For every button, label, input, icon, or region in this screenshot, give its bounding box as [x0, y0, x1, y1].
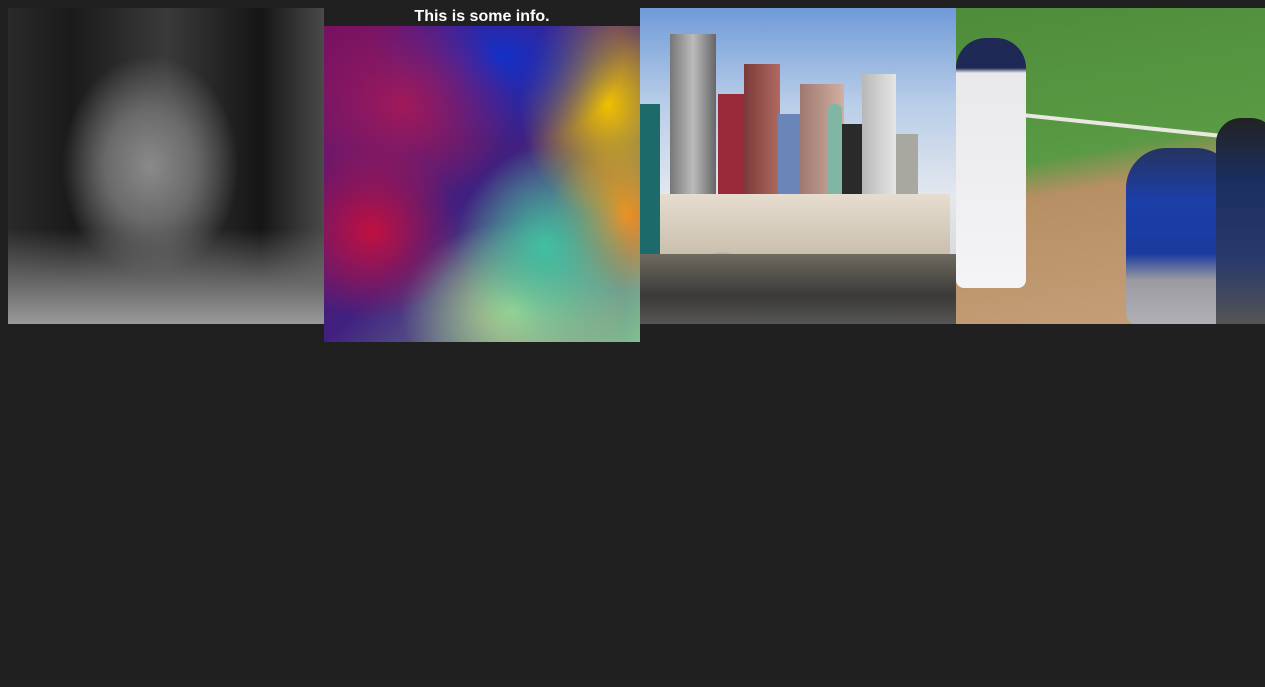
- image-gallery: This is some info.: [8, 8, 1265, 342]
- abstract-blur-image: [324, 26, 640, 342]
- street: [640, 254, 956, 324]
- tile-info-caption: This is some info.: [324, 8, 640, 26]
- umpire: [1216, 118, 1265, 324]
- gallery-tile-portrait[interactable]: [8, 8, 324, 324]
- gallery-tile-baseball[interactable]: [956, 8, 1265, 324]
- gallery-tile-abstract[interactable]: This is some info.: [324, 8, 640, 342]
- portrait-image: [8, 8, 324, 324]
- batter: [956, 38, 1026, 288]
- building: [640, 104, 660, 254]
- gallery-tile-city[interactable]: [640, 8, 956, 324]
